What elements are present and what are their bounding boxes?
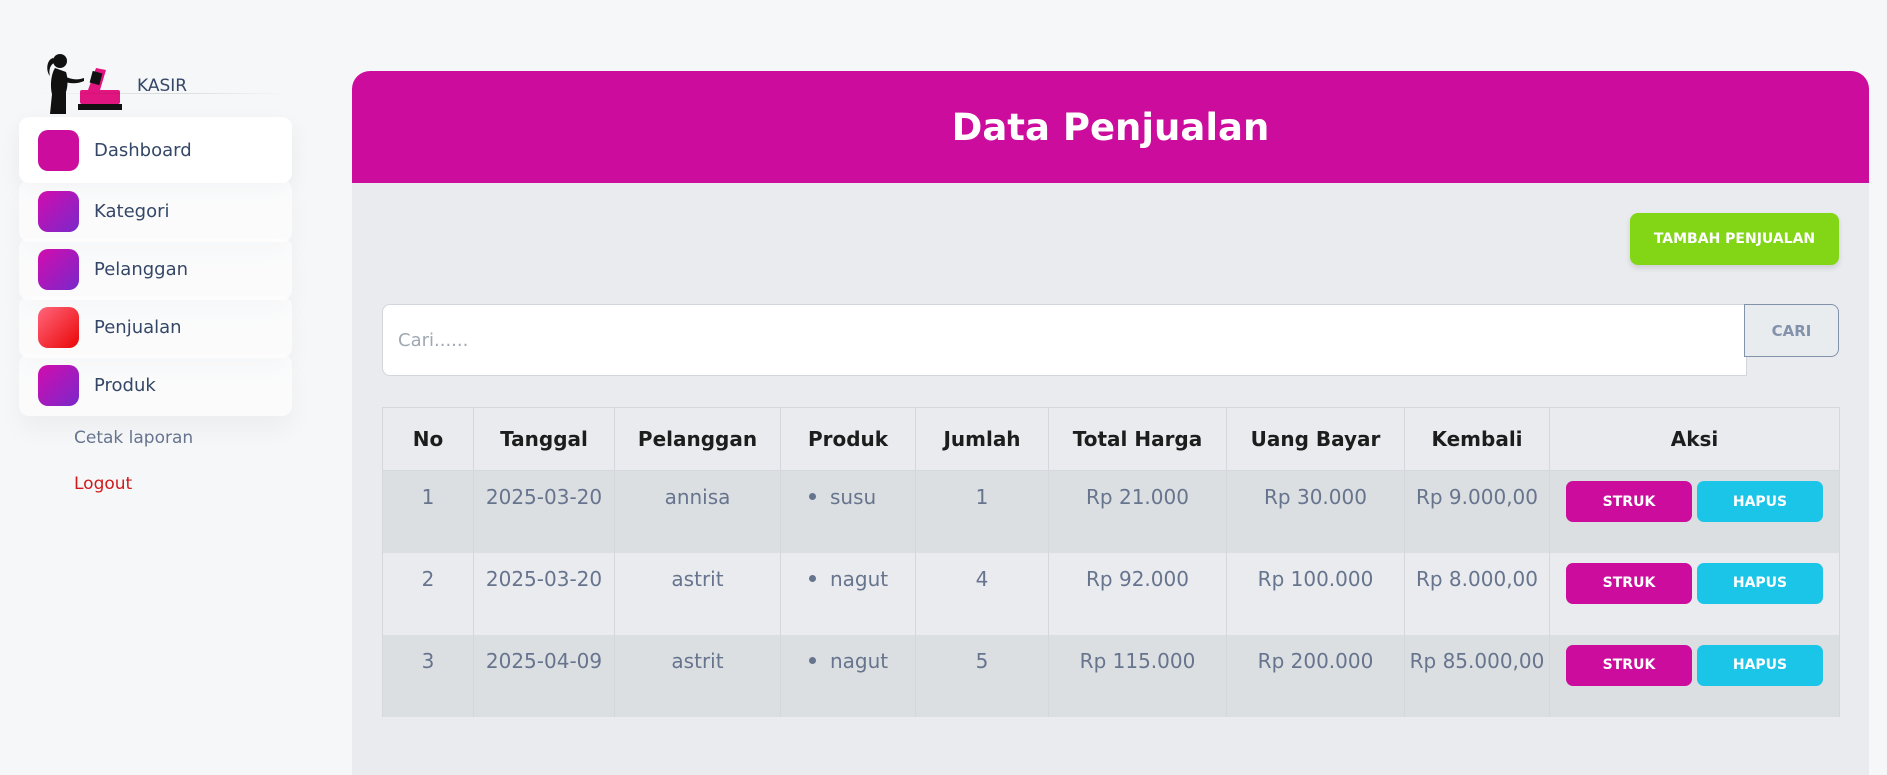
produk-item: susu [830,485,877,509]
row-actions: STRUK HAPUS [1550,481,1839,522]
column-header-pelanggan: Pelanggan [614,407,781,471]
hapus-button[interactable]: HAPUS [1697,644,1823,686]
cashier-logo-icon [47,54,122,114]
struk-button[interactable]: STRUK [1566,481,1692,522]
cell-uang-bayar: Rp 30.000 [1226,470,1405,553]
row-actions: STRUK HAPUS [1550,644,1839,686]
cetak-laporan-link[interactable]: Cetak laporan [74,428,193,448]
page-title: Data Penjualan [951,105,1270,149]
column-header-jumlah: Jumlah [915,407,1049,471]
column-header-no: No [382,407,474,471]
cell-uang-bayar: Rp 200.000 [1226,634,1405,717]
cell-pelanggan: astrit [614,634,781,717]
hapus-button[interactable]: HAPUS [1697,562,1823,604]
column-header-aksi: Aksi [1549,407,1840,471]
row-actions: STRUK HAPUS [1550,562,1839,604]
cell-total-harga: Rp 21.000 [1048,470,1227,553]
sidebar-item-label: Penjualan [94,316,182,338]
pelanggan-icon [38,248,79,290]
search-input[interactable] [382,304,1747,376]
brand[interactable]: KASIR [44,50,294,114]
cell-aksi: STRUK HAPUS [1549,634,1840,717]
table-row: 1 2025-03-20 annisa susu 1 Rp 21.000 Rp … [382,470,1840,553]
table-row: 2 2025-03-20 astrit nagut 4 Rp 92.000 Rp… [382,552,1840,635]
sidebar-item-label: Dashboard [94,139,192,161]
sidebar-item-label: Produk [94,374,156,396]
struk-button[interactable]: STRUK [1566,644,1692,686]
bullet-icon [809,656,816,664]
page-header: Data Penjualan [352,71,1869,183]
cell-jumlah: 1 [915,470,1049,553]
sidebar-item-label: Kategori [94,200,170,222]
bullet-icon [809,574,816,582]
cell-kembali: Rp 85.000,00 [1404,634,1550,717]
cell-kembali: Rp 9.000,00 [1404,470,1550,553]
cell-produk: nagut [780,552,916,635]
produk-icon [38,364,79,406]
sidebar-item-dashboard[interactable]: Dashboard [19,117,292,183]
sidebar: KASIR Dashboard Kategori Pelanggan Penju… [0,0,320,775]
cell-tanggal: 2025-03-20 [473,470,615,553]
table-header-row: No Tanggal Pelanggan Produk Jumlah Total… [382,407,1840,471]
column-header-kembali: Kembali [1404,407,1550,471]
table-row: 3 2025-04-09 astrit nagut 5 Rp 115.000 R… [382,634,1840,717]
column-header-produk: Produk [780,407,916,471]
cell-tanggal: 2025-04-09 [473,634,615,717]
logout-link[interactable]: Logout [74,474,132,494]
cell-pelanggan: astrit [614,552,781,635]
main-panel: Data Penjualan TAMBAH PENJUALAN CARI No … [352,71,1869,775]
cell-no: 2 [382,552,474,635]
sidebar-item-label: Pelanggan [94,258,189,280]
cell-aksi: STRUK HAPUS [1549,470,1840,553]
cell-pelanggan: annisa [614,470,781,553]
cell-uang-bayar: Rp 100.000 [1226,552,1405,635]
sidebar-item-pelanggan[interactable]: Pelanggan [19,238,292,300]
struk-button[interactable]: STRUK [1566,562,1692,604]
cell-total-harga: Rp 92.000 [1048,552,1227,635]
cell-no: 1 [382,470,474,553]
cell-total-harga: Rp 115.000 [1048,634,1227,717]
sales-table: No Tanggal Pelanggan Produk Jumlah Total… [382,407,1840,717]
bullet-icon [809,493,816,500]
cell-jumlah: 5 [915,634,1049,717]
sidebar-item-penjualan[interactable]: Penjualan [19,296,292,358]
produk-item: nagut [830,566,889,591]
kategori-icon [38,190,79,232]
column-header-tanggal: Tanggal [473,407,615,471]
sidebar-item-kategori[interactable]: Kategori [19,180,292,242]
hapus-button[interactable]: HAPUS [1697,481,1823,522]
column-header-uang-bayar: Uang Bayar [1226,407,1405,471]
produk-item: nagut [830,648,889,673]
cell-produk: susu [780,470,916,553]
cell-tanggal: 2025-03-20 [473,552,615,635]
penjualan-icon [38,306,79,348]
column-header-total-harga: Total Harga [1048,407,1227,471]
sidebar-item-produk[interactable]: Produk [19,354,292,416]
search-button[interactable]: CARI [1744,304,1839,357]
tambah-penjualan-button[interactable]: TAMBAH PENJUALAN [1630,213,1839,265]
cell-no: 3 [382,634,474,717]
cell-produk: nagut [780,634,916,717]
cell-kembali: Rp 8.000,00 [1404,552,1550,635]
cell-aksi: STRUK HAPUS [1549,552,1840,635]
sidebar-divider [36,93,290,94]
dashboard-icon [38,129,79,171]
cell-jumlah: 4 [915,552,1049,635]
